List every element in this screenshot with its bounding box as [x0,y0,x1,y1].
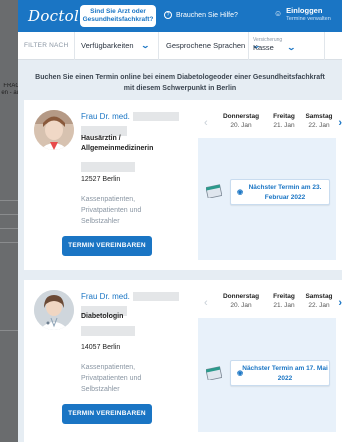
chevron-down-icon: ⌄ [140,41,150,50]
insurance-filter[interactable]: Versicherung Kasse ⌄ [253,37,296,53]
calendar-icon [206,366,222,380]
eye-icon: ◉ [237,370,244,377]
practitioner-button[interactable]: Sind Sie Arzt oder Gesundheitsfachkraft? [80,5,156,27]
day-column: Donnerstag 20. Jan [220,292,262,310]
day-selector: ‹ Donnerstag 20. Jan Freitag 21. Jan Sam… [200,292,342,316]
doctolib-logo[interactable]: Doctolib [28,7,94,25]
next-appointment-button[interactable]: ◉ Nächster Termin am 17. Mai 2022 [230,360,330,386]
filter-divider [324,32,325,60]
doctor-avatar[interactable] [34,110,74,150]
day-date: 20. Jan [230,122,252,129]
doctor-insurance: Kassenpatienten, Privatpatienten und Sel… [81,196,142,225]
day-column: Samstag 22. Jan [304,292,334,310]
day-date: 21. Jan [273,302,295,309]
doctor-city: 14057 Berlin [81,344,121,351]
book-appointment-button[interactable]: TERMIN VEREINBAREN [62,236,152,256]
languages-filter-label: Gesprochene Sprachen [166,41,246,50]
user-icon: ☺ [274,9,283,18]
filter-label: FILTER NACH [24,42,69,49]
doctor-specialty: Hausärztin / Allgemeinmedizinerin [81,135,154,152]
chevron-right-icon[interactable]: › [338,297,342,309]
chevron-left-icon[interactable]: ‹ [204,297,208,309]
question-icon: ? [164,11,172,19]
languages-filter[interactable]: Gesprochene Sprachen ⌄ [166,41,261,50]
filter-divider [248,32,249,60]
availability-filter[interactable]: Verfügbarkeiten ⌄ [81,41,150,50]
chevron-down-icon: ⌄ [286,43,296,52]
filter-bar: FILTER NACH Verfügbarkeiten ⌄ Gesprochen… [18,32,342,60]
calendar-icon [206,184,222,198]
day-date: 21. Jan [273,122,295,129]
day-name: Samstag [305,293,333,300]
doctor-insurance: Kassenpatienten, Privatpatienten und Sel… [81,364,142,393]
next-appointment-button[interactable]: ◉ Nächster Termin am 23. Februar 2022 [230,179,330,205]
day-date: 22. Jan [308,302,330,309]
availability-area: ◉ Nächster Termin am 23. Februar 2022 [198,138,336,260]
help-link[interactable]: ? Brauchen Sie Hilfe? [164,11,238,19]
top-header: Doctolib Sind Sie Arzt oder Gesundheitsf… [18,0,342,32]
day-name: Samstag [305,113,333,120]
availability-filter-label: Verfügbarkeiten [81,41,134,50]
day-column: Freitag 21. Jan [270,292,298,310]
login-title: Einloggen [286,6,323,15]
day-column: Freitag 21. Jan [270,112,298,130]
redacted-address [81,162,135,172]
help-label: Brauchen Sie Hilfe? [176,11,238,19]
login-button[interactable]: ☺ Einloggen Termine verwalten [274,6,331,23]
redacted-name [132,292,179,301]
day-selector: ‹ Donnerstag 20. Jan Freitag 21. Jan Sam… [200,112,342,136]
chevron-left-icon[interactable]: ‹ [204,117,208,129]
day-column: Donnerstag 20. Jan [220,112,262,130]
doctor-city: 12527 Berlin [81,176,121,183]
chevron-right-icon[interactable]: › [338,117,342,129]
day-column: Samstag 22. Jan [304,112,334,130]
redacted-address [81,326,135,336]
filter-divider [158,32,159,60]
day-date: 22. Jan [308,122,330,129]
background-page [0,0,18,442]
doctor-name-link[interactable]: Frau Dr. med. [81,292,179,301]
insurance-filter-value: Kasse [253,43,274,52]
doctor-name-link[interactable]: Frau Dr. med. [81,112,179,121]
doctor-specialty: Diabetologin [81,313,124,320]
day-name: Donnerstag [222,293,260,300]
search-results-panel: Doctolib Sind Sie Arzt oder Gesundheitsf… [18,0,342,442]
day-name: Freitag [273,293,295,300]
day-name: Freitag [273,113,295,120]
doctor-card: Frau Dr. med. Diabetologin 14057 Berlin … [24,280,342,442]
book-appointment-button[interactable]: TERMIN VEREINBAREN [62,404,152,424]
login-subtitle: Termine verwalten [286,16,331,22]
next-appointment-label: Nächster Termin am 17. Mai 2022 [242,365,328,382]
day-name: Donnerstag [222,113,260,120]
next-appointment-label: Nächster Termin am 23. Februar 2022 [248,184,322,201]
filter-divider [74,32,75,60]
doctor-card: Frau Dr. med. Hausärztin / Allgemeinmedi… [24,100,342,270]
results-intro: Buchen Sie einen Termin online bei einem… [35,74,325,92]
doctor-name-prefix: Frau Dr. med. [81,112,130,121]
eye-icon: ◉ [237,189,244,196]
day-date: 20. Jan [230,302,252,309]
background-text-fragment: FRAG en - au [1,83,20,96]
availability-area: ◉ Nächster Termin am 17. Mai 2022 [198,318,336,432]
redacted-name [132,112,179,121]
doctor-name-prefix: Frau Dr. med. [81,292,130,301]
doctor-avatar[interactable] [34,290,74,330]
